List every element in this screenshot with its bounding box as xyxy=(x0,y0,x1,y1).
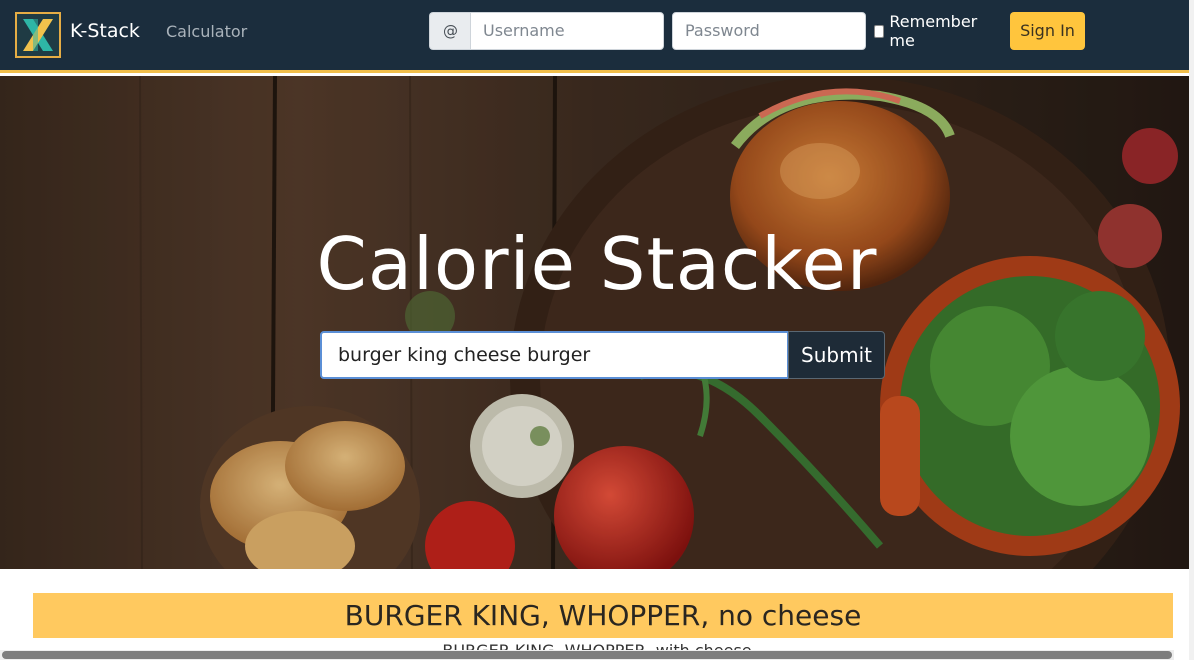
remember-me[interactable]: Remember me xyxy=(874,12,980,50)
k-stack-logo-icon[interactable] xyxy=(15,12,61,58)
password-input[interactable]: Password xyxy=(672,12,866,50)
username-input[interactable]: Username xyxy=(470,12,664,50)
at-symbol-addon: @ xyxy=(429,12,471,50)
remember-me-label[interactable]: Remember me xyxy=(889,12,979,50)
food-background-image xyxy=(0,76,1194,569)
food-search-input[interactable]: burger king cheese burger xyxy=(320,331,789,379)
brand-name[interactable]: K-Stack xyxy=(70,20,140,42)
remember-me-checkbox[interactable] xyxy=(874,24,885,38)
horizontal-scrollbar[interactable] xyxy=(0,650,1174,660)
vertical-scrollbar[interactable] xyxy=(1189,0,1194,660)
sign-in-button[interactable]: Sign In xyxy=(1010,12,1085,50)
result-item-highlighted[interactable]: BURGER KING, WHOPPER, no cheese xyxy=(33,593,1173,638)
submit-button[interactable]: Submit xyxy=(788,331,885,379)
navbar: K-Stack Calculator @ Username Password R… xyxy=(0,0,1194,73)
hero-banner: Calorie Stacker xyxy=(0,76,1194,569)
page-title: Calorie Stacker xyxy=(316,222,878,306)
nav-link-calculator[interactable]: Calculator xyxy=(166,22,247,41)
scrollbar-thumb[interactable] xyxy=(2,651,1172,659)
